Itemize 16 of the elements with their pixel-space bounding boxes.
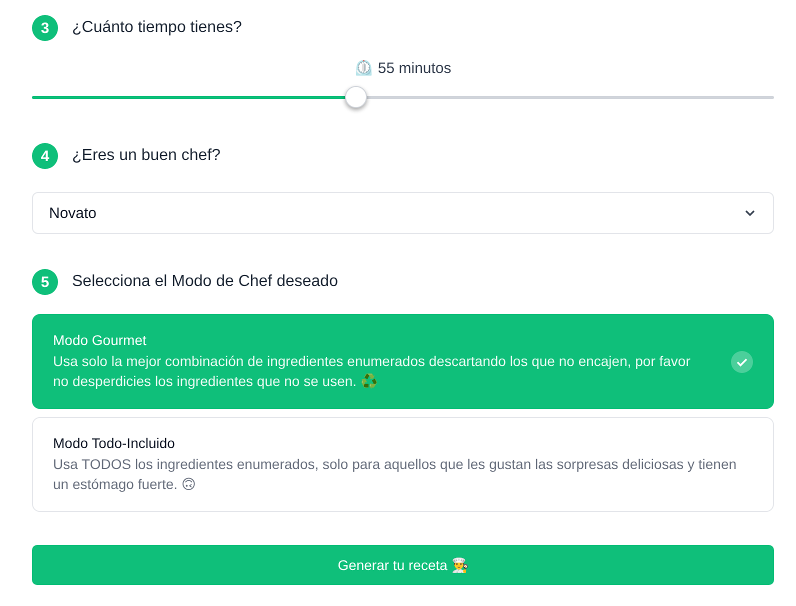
step-number: 5 — [32, 269, 58, 295]
mode-title: Modo Todo-Incluido — [53, 435, 176, 451]
step-number: 4 — [32, 143, 58, 169]
step-title: ¿Eres un buen chef? — [72, 147, 221, 165]
check-icon — [731, 350, 753, 372]
mode-description: Usa solo la mejor combinación de ingredientes enumerados descartando los que no encajen, por favor no desperdicies los ingredientes que no se usen. ♻ — [53, 352, 692, 391]
step-number: 3 — [32, 15, 58, 41]
mode-option[interactable]: Modo Todo-Incluido Usa TODOS los ingredientes enumerados, solo para aquellos que les gustan las sorpresas deliciosas y tienen un estómago fuerte. 🙃 — [32, 417, 774, 512]
time-reading: ⏲ 55 minutos — [354, 59, 452, 77]
skill-select[interactable]: Novato — [32, 192, 774, 234]
step-title: ¿Cuánto tiempo tienes? — [72, 19, 242, 37]
mode-description: Usa TODOS los ingredientes enumerados, solo para aquellos que les gustan las sorpresas deliciosas y tienen un estómago fuerte. 🙃 — [53, 455, 738, 494]
slider-thumb[interactable] — [345, 86, 368, 108]
time-slider[interactable] — [32, 86, 774, 110]
step-title: Selecciona el Modo de Chef deseado — [72, 273, 338, 291]
mode-title: Modo Gourmet — [53, 332, 148, 348]
